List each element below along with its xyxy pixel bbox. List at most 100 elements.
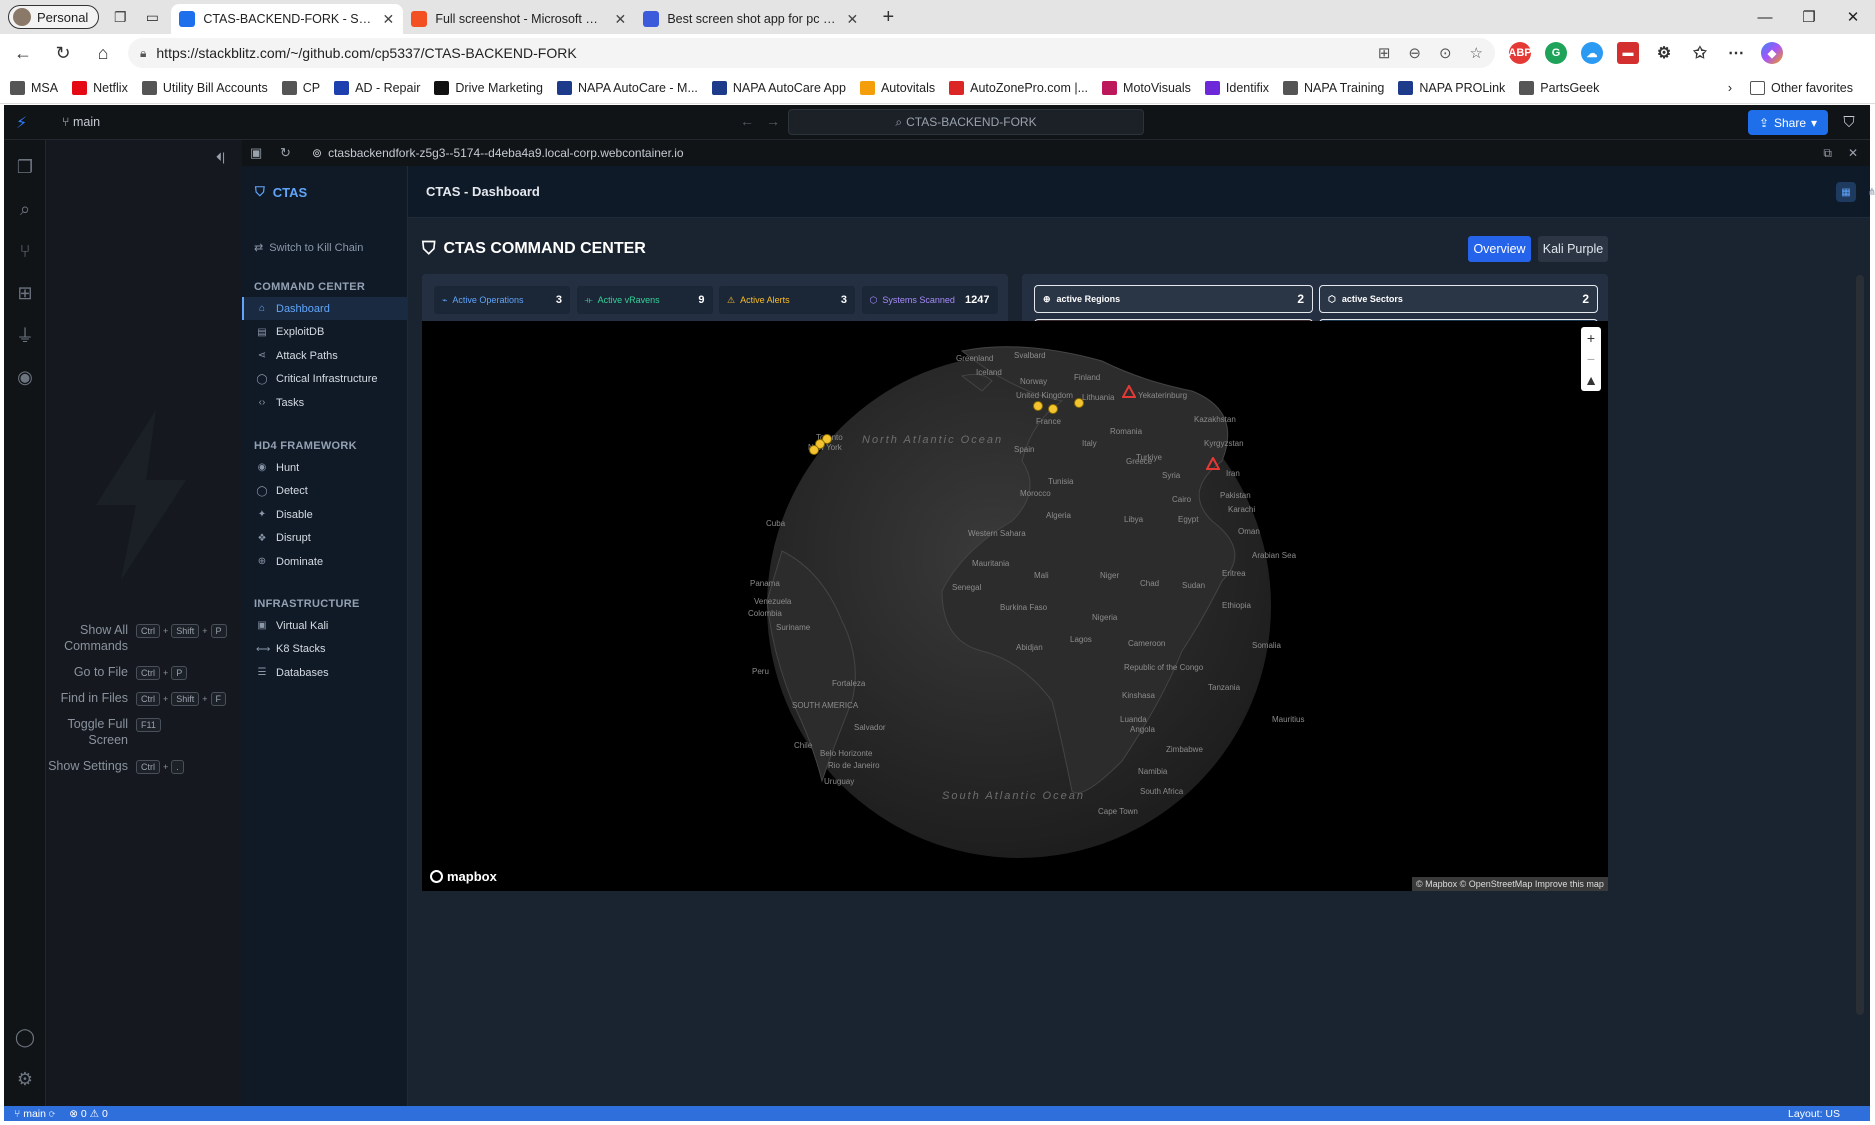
close-preview-icon[interactable]: ✕ (1848, 146, 1858, 161)
switch-kill-chain[interactable]: ⇄ Switch to Kill Chain (254, 241, 363, 255)
stat-card[interactable]: ⌁ Active Operations 3 (434, 286, 570, 314)
favorite-link[interactable]: NAPA AutoCare App (711, 80, 846, 95)
preview-scrollbar[interactable] (1856, 275, 1864, 1015)
share-button[interactable]: ⇪ Share ▾ (1748, 110, 1828, 135)
nav-item-detect[interactable]: ◯ Detect (242, 480, 408, 503)
nav-item-attack-paths[interactable]: ⋖ Attack Paths (242, 344, 408, 367)
nav-item-tasks[interactable]: ‹› Tasks (242, 391, 408, 414)
nav-item-k8-stacks[interactable]: ⟷ K8 Stacks (242, 638, 408, 661)
app-brand[interactable]: ⛉ CTAS (255, 184, 307, 200)
minimize-icon[interactable]: — (1743, 0, 1787, 34)
command-hint[interactable]: Go to File Ctrl + P (46, 664, 242, 680)
restore-icon[interactable]: ❐ (1787, 0, 1831, 34)
nav-item-dashboard[interactable]: ⌂ Dashboard (242, 297, 408, 320)
favorites-icon[interactable]: ✩ (1689, 42, 1711, 64)
compass-icon[interactable]: ▲ (1581, 369, 1601, 390)
operation-marker[interactable] (809, 445, 819, 455)
copilot-icon[interactable]: ◆ (1761, 42, 1783, 64)
profile-button[interactable]: Personal (8, 5, 100, 29)
more-favorites-chevron-icon[interactable]: › (1728, 81, 1732, 95)
favorite-link[interactable]: AD - Repair (334, 80, 420, 95)
status-branch[interactable]: ⑂ main ⟳ (14, 1108, 55, 1120)
threat-warning-icon[interactable] (1206, 457, 1220, 470)
plug-icon[interactable]: ⏚ (14, 324, 36, 346)
nav-item-virtual-kali[interactable]: ▣ Virtual Kali (242, 614, 408, 637)
nav-item-hunt[interactable]: ◉ Hunt (242, 456, 408, 479)
operation-marker[interactable] (1048, 404, 1058, 414)
browser-tab[interactable]: Full screenshot - Microsoft Edge Add-ons… (403, 4, 635, 34)
stackblitz-logo-icon[interactable]: ⚡︎ (16, 113, 27, 133)
favorite-link[interactable]: Utility Bill Accounts (141, 80, 268, 95)
stat-card[interactable]: ⟛ Active vRavens 9 (576, 286, 713, 314)
source-control-icon[interactable]: ⑂ (14, 240, 36, 262)
favorite-link[interactable]: NAPA Training (1282, 80, 1384, 95)
favorite-link[interactable]: Netflix (72, 80, 128, 95)
preview-refresh-icon[interactable]: ↻ (280, 145, 302, 161)
files-icon[interactable]: ❐ (14, 156, 36, 178)
shield-icon[interactable]: ⛉ (1838, 111, 1860, 133)
stat-card[interactable]: ⬡ Systems Scanned 1247 (861, 286, 998, 314)
extensions-icon[interactable]: ⚙ (1653, 42, 1675, 64)
adblock-icon[interactable]: ABP (1508, 42, 1532, 64)
status-problems[interactable]: ⊗ 0 ⚠ 0 (69, 1108, 108, 1120)
operation-marker[interactable] (1033, 401, 1043, 411)
collapse-panel-icon[interactable]: ⏴| (216, 150, 225, 165)
kali-purple-button[interactable]: Kali Purple (1538, 236, 1608, 262)
close-tab-icon[interactable]: ✕ (381, 11, 395, 28)
tab-actions-icon[interactable]: ▭ (141, 6, 163, 28)
stat-card[interactable]: ⚠ Active Alerts 3 (719, 286, 855, 314)
nav-item-exploitdb[interactable]: ▤ ExploitDB (242, 321, 408, 344)
grammarly-icon[interactable]: G (1545, 42, 1567, 64)
command-search[interactable]: ⌕ CTAS-BACKEND-FORK (788, 109, 1144, 135)
nav-item-dominate[interactable]: ⊕ Dominate (242, 550, 408, 573)
command-hint[interactable]: Toggle Full Screen F11 (46, 716, 242, 748)
favorite-link[interactable]: Identifix (1204, 80, 1269, 95)
read-icon[interactable]: ⊙ (1439, 44, 1452, 62)
preview-url[interactable]: ⊚ ctasbackendfork-z5g3--5174--d4eba4a9.lo… (312, 146, 684, 160)
map-view-icon[interactable]: ▦ (1836, 182, 1856, 202)
threat-warning-icon[interactable] (1122, 385, 1136, 398)
cloud-extension-icon[interactable]: ☁ (1581, 42, 1603, 64)
refresh-icon[interactable]: ↻ (46, 38, 80, 68)
nav-item-critical-infrastructure[interactable]: ◯ Critical Infrastructure (242, 368, 408, 391)
close-tab-icon[interactable]: ✕ (613, 11, 627, 28)
github-icon[interactable]: ◉ (14, 366, 36, 388)
open-new-window-icon[interactable]: ⧉ (1823, 146, 1832, 161)
close-window-icon[interactable]: ✕ (1831, 0, 1875, 34)
favorite-link[interactable]: Autovitals (859, 80, 935, 95)
preview-device-icon[interactable]: ▣ (250, 145, 272, 161)
search-icon[interactable]: ⌕ (14, 198, 36, 220)
new-tab-button[interactable]: + (875, 4, 901, 30)
nav-item-disable[interactable]: ✦ Disable (242, 503, 408, 526)
zoom-in-icon[interactable]: + (1581, 327, 1601, 348)
favorite-link[interactable]: CP (281, 80, 320, 95)
status-layout[interactable]: Layout: US (1788, 1108, 1870, 1120)
world-map[interactable]: Greenland Svalbard Iceland Norway Finland Uni… (422, 321, 1608, 891)
close-tab-icon[interactable]: ✕ (845, 11, 859, 28)
favorite-link[interactable]: Drive Marketing (434, 80, 543, 95)
operation-marker[interactable] (1074, 398, 1084, 408)
graph-view-icon[interactable]: ⋔ (1862, 182, 1875, 202)
app-icon[interactable]: ⊞ (1378, 44, 1391, 62)
nav-item-disrupt[interactable]: ❖ Disrupt (242, 527, 408, 550)
home-icon[interactable]: ⌂ (86, 38, 120, 68)
favorite-link[interactable]: MSA (10, 80, 58, 95)
favorite-link[interactable]: NAPA PROLink (1398, 80, 1505, 95)
history-arrows[interactable]: ←→ (740, 113, 792, 129)
favorite-link[interactable]: NAPA AutoCare - M... (556, 80, 698, 95)
command-hint[interactable]: Find in Files Ctrl + Shift + F (46, 690, 242, 706)
extensions-icon[interactable]: ⊞ (14, 282, 36, 304)
favorite-star-icon[interactable]: ☆ (1470, 44, 1483, 62)
nav-item-databases[interactable]: ☰ Databases (242, 661, 408, 684)
overview-button[interactable]: Overview (1468, 236, 1531, 262)
favorite-link[interactable]: AutoZonePro.com |... (949, 80, 1088, 95)
region-card[interactable]: ⬡ active Sectors 2 (1319, 285, 1598, 313)
browser-tab[interactable]: CTAS-BACKEND-FORK - StackBlitz ✕ (171, 4, 404, 34)
branch-indicator[interactable]: ⑂ main (62, 115, 100, 129)
mapbox-logo[interactable]: mapbox (430, 869, 497, 884)
account-icon[interactable]: ◯ (14, 1026, 36, 1048)
favorite-link[interactable]: PartsGeek (1519, 80, 1599, 95)
red-extension-icon[interactable]: ▬ (1617, 42, 1639, 64)
url-bar[interactable]: 🔒︎ https://stackblitz.com/~/github.com/c… (128, 38, 1495, 68)
browser-tab[interactable]: Best screen shot app for pc - Search ✕ (635, 4, 867, 34)
